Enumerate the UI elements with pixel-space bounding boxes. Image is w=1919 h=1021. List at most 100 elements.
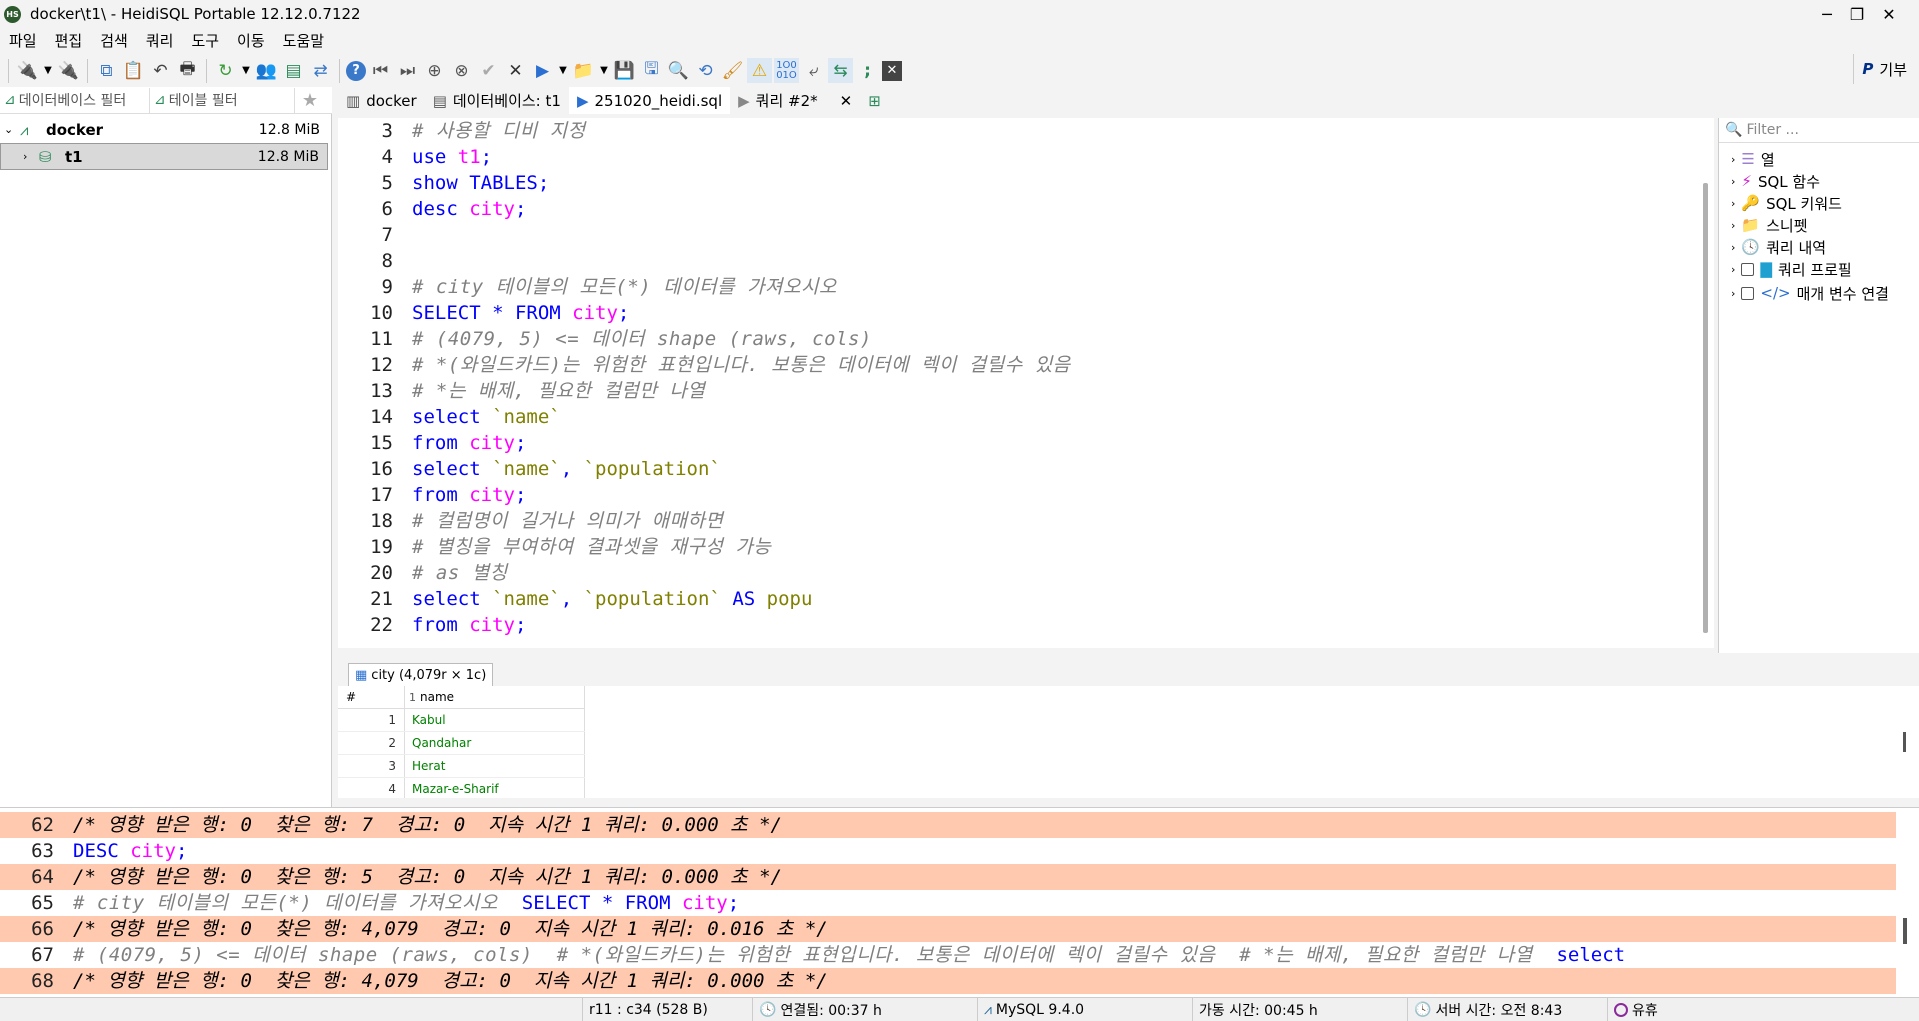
code-line[interactable]: use t1; (412, 144, 492, 170)
menu-edit[interactable]: 편집 (46, 30, 92, 51)
table-row[interactable]: 4 Mazar-e-Sharif (338, 778, 585, 798)
table-filter-input[interactable]: ⊿ 테이블 필터 (150, 87, 295, 113)
copy-icon[interactable]: ⧉ (94, 58, 119, 83)
code-line[interactable]: SELECT * FROM city; (412, 300, 629, 326)
semicolon-icon[interactable]: ; (855, 58, 880, 83)
chevron-down-icon[interactable]: ⌄ (4, 123, 20, 136)
code-line[interactable]: select `name`, `population` (412, 456, 721, 482)
dropdown-arrow-icon[interactable]: ▼ (557, 58, 569, 83)
tree-node-docker[interactable]: ⌄ ⩘ docker 12.8 MiB (0, 116, 328, 143)
dropdown-arrow-icon[interactable]: ▼ (240, 58, 252, 83)
warning-icon[interactable]: ⚠ (747, 58, 772, 83)
tab-query-file[interactable]: ▶ 251020_heidi.sql (568, 87, 731, 114)
replace-icon[interactable]: ⟲ (693, 58, 718, 83)
code-line[interactable]: # as 별칭 (412, 560, 508, 586)
code-line[interactable]: select `name` (412, 404, 561, 430)
helper-snippets[interactable]: › 📁 스니펫 (1731, 214, 1808, 236)
first-record-icon[interactable]: ⏮ (368, 58, 393, 83)
database-filter-input[interactable]: ⊿ 데이터베이스 필터 (0, 87, 150, 113)
help-icon[interactable]: ? (346, 60, 366, 81)
code-line[interactable]: # *(와일드카드)는 위험한 표현입니다. 보통은 데이터에 렉이 걸릴수 있… (412, 352, 1071, 378)
log-line[interactable]: 62 /* 영향 받은 행: 0 찾은 행: 7 경고: 0 지속 시간 1 쿼리… (0, 812, 1896, 838)
refresh-icon[interactable]: ↻ (213, 58, 238, 83)
log-line[interactable]: 68 /* 영향 받은 행: 0 찾은 행: 4,079 경고: 0 지속 시간 … (0, 968, 1896, 994)
code-line[interactable]: from city; (412, 430, 526, 456)
post-record-icon[interactable]: ✔ (476, 58, 501, 83)
code-line[interactable]: # *는 배제, 필요한 컬럼만 나열 (412, 378, 705, 404)
helpers-filter-input[interactable]: 🔍 Filter ... (1719, 118, 1919, 143)
execute-query-icon[interactable]: ▶ (530, 58, 555, 83)
menu-file[interactable]: 파일 (0, 30, 46, 51)
favorite-star-icon[interactable]: ★ (295, 90, 325, 111)
add-record-icon[interactable]: ⊕ (422, 58, 447, 83)
helper-sql-functions[interactable]: › ⚡ SQL 함수 (1731, 170, 1820, 192)
code-line[interactable]: show TABLES; (412, 170, 549, 196)
editor-scrollbar[interactable] (1703, 183, 1708, 633)
menu-query[interactable]: 쿼리 (137, 30, 183, 51)
delete-record-icon[interactable]: ⊗ (449, 58, 474, 83)
last-record-icon[interactable]: ⏭ (395, 58, 420, 83)
autocomplete-icon[interactable]: ⇆ (828, 58, 853, 83)
code-line[interactable]: from city; (412, 612, 526, 638)
paste-icon[interactable]: 📋 (121, 58, 146, 83)
save-icon[interactable]: 💾 (612, 58, 637, 83)
table-row[interactable]: 1 Kabul (338, 709, 585, 732)
grid-scrollbar[interactable] (1903, 732, 1906, 752)
find-icon[interactable]: 🔍 (666, 58, 691, 83)
menu-help[interactable]: 도움말 (274, 30, 333, 51)
sync-icon[interactable]: ⇄ (308, 58, 333, 83)
menu-search[interactable]: 검색 (91, 30, 137, 51)
tab-database[interactable]: ▤ 데이터베이스: t1 (425, 87, 569, 114)
donate-button[interactable]: P 기부 (1853, 54, 1915, 84)
new-query-tab-button[interactable]: ⊞ (860, 87, 889, 114)
tab-query-2[interactable]: ▶ 쿼리 #2* ✕ (730, 87, 860, 114)
log-scrollbar[interactable] (1903, 918, 1907, 944)
tab-host[interactable]: ▥ docker (338, 87, 425, 114)
format-sql-icon[interactable]: 🖌 (720, 58, 745, 83)
wrap-lines-icon[interactable]: ⤶ (801, 58, 826, 83)
close-tab-icon[interactable]: ✕ (840, 92, 853, 110)
code-line[interactable]: # (4079, 5) <= 데이터 shape (raws, cols) (412, 326, 872, 352)
menu-goto[interactable]: 이동 (228, 30, 274, 51)
code-line[interactable]: from city; (412, 482, 526, 508)
code-line[interactable]: desc city; (412, 196, 526, 222)
table-row[interactable]: 3 Herat (338, 755, 585, 778)
connect-plug-icon[interactable]: 🔌 (15, 58, 40, 83)
helper-query-history[interactable]: › 🕓 쿼리 내역 (1731, 236, 1826, 258)
log-line[interactable]: 63 DESC city; (0, 838, 1896, 864)
code-line[interactable]: # 사용할 디비 지정 (412, 118, 586, 144)
undo-icon[interactable]: ↶ (148, 58, 173, 83)
code-line[interactable]: # 별칭을 부여하여 결과셋을 재구성 가능 (412, 534, 771, 560)
helper-columns[interactable]: › ☰ 열 (1731, 148, 1775, 170)
checkbox-icon[interactable] (1741, 286, 1755, 300)
dropdown-arrow-icon[interactable]: ▼ (42, 58, 54, 83)
sql-editor[interactable]: 3 4 5 6 7 8 9 10 11 12 13 14 15 16 17 18 19 20 21 22 # 사용할 … (338, 118, 1714, 648)
helper-sql-keywords[interactable]: › 🔑 SQL 키워드 (1731, 192, 1842, 214)
save-as-icon[interactable]: 🖫 (639, 58, 664, 83)
code-line[interactable]: select `name`, `population` AS popu (412, 586, 812, 612)
user-manager-icon[interactable]: 👥 (254, 58, 279, 83)
log-line[interactable]: 65 # city 테이블의 모든(*) 데이터를 가져오시오 SELECT * … (0, 890, 1896, 916)
log-line[interactable]: 67 # (4079, 5) <= 데이터 shape (raws, cols) … (0, 942, 1896, 968)
grid-header-name[interactable]: 1 name (405, 686, 585, 709)
result-tab-city[interactable]: ▦ city (4,079r × 1c) (348, 663, 494, 686)
helper-bind-params[interactable]: › </> 매개 변수 연결 (1731, 282, 1889, 304)
code-line[interactable]: # city 테이블의 모든(*) 데이터를 가져오시오 (412, 274, 837, 300)
close-button[interactable]: ✕ (1861, 0, 1917, 28)
print-icon[interactable]: 🖶 (175, 58, 200, 83)
open-folder-icon[interactable]: 📁 (571, 58, 596, 83)
table-row[interactable]: 2 Qandahar (338, 732, 585, 755)
checkbox-icon[interactable] (1741, 262, 1755, 276)
tree-node-t1[interactable]: › ⛁ t1 12.8 MiB (0, 143, 328, 170)
menu-tools[interactable]: 도구 (182, 30, 228, 51)
dropdown-arrow-icon[interactable]: ▼ (598, 58, 610, 83)
result-grid[interactable]: # 1 name 1 Kabul 2 Qandahar 3 Herat 4 Ma… (338, 686, 1919, 798)
log-line[interactable]: 64 /* 영향 받은 행: 0 찾은 행: 5 경고: 0 지속 시간 1 쿼리… (0, 864, 1896, 890)
cancel-record-icon[interactable]: ✕ (503, 58, 528, 83)
helper-query-profile[interactable]: › ▇ 쿼리 프로필 (1731, 258, 1852, 280)
log-line[interactable]: 66 /* 영향 받은 행: 0 찾은 행: 4,079 경고: 0 지속 시간 … (0, 916, 1896, 942)
close-tab-icon[interactable]: ✕ (882, 60, 902, 81)
disconnect-plug-icon[interactable]: 🔌 (56, 58, 81, 83)
export-icon[interactable]: ▤ (281, 58, 306, 83)
binary-icon[interactable]: 1O0 01O (774, 58, 799, 83)
